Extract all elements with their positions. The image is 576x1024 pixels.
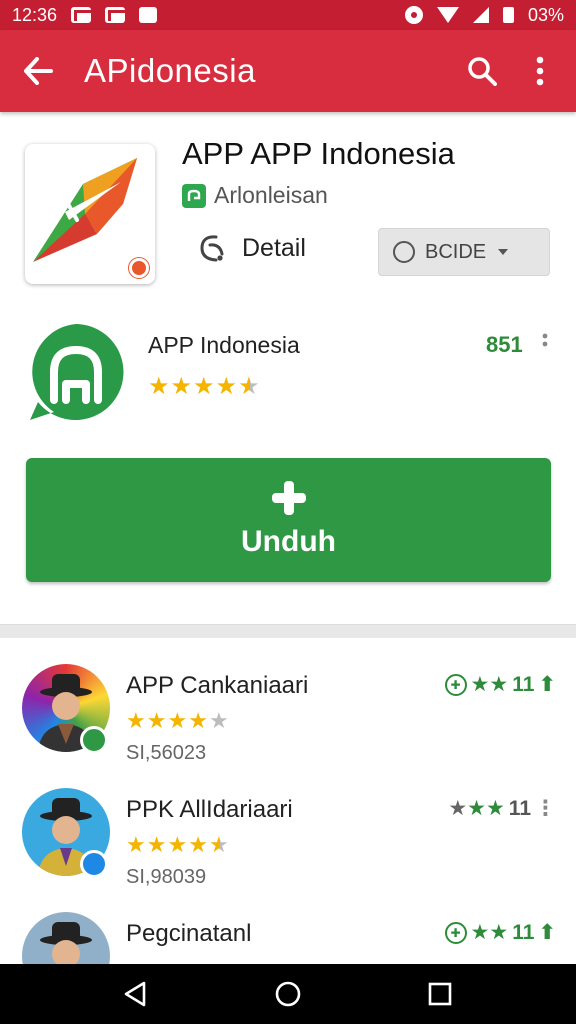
up-arrow-icon: ⬆ [538,673,556,696]
app-actions [464,51,558,91]
star-icon: ★ [170,373,193,400]
star-icon: ★ [188,708,208,733]
featured-app-icon [24,320,128,424]
empty-star-icon: ★ [208,708,229,733]
developer-row[interactable]: Arlonleisan [182,182,328,209]
battery-icon [502,7,514,23]
list-item-name: APP Cankaniaari [126,672,309,699]
list-item-name: Pegcinatanl [126,920,252,947]
app-header: APP APP Indonesia Arlonleisan Detail BCI… [0,112,576,292]
list-item-rating: ✚ ★★ 11 ⬆ [444,672,556,697]
search-icon[interactable] [464,51,500,91]
half-star-icon: ★ [238,373,260,400]
list-item-size: SI,56023 [126,742,207,764]
detail-link[interactable]: Detail [196,232,306,264]
app-bar: APidonesia [0,30,576,112]
app-logo [25,144,155,284]
rating-badge-icon: ✚ [444,921,467,944]
featured-count-value: 851 [486,332,523,357]
list-item-stars: ★ ★ ★ ★ ★ [126,832,229,858]
download-label: Unduh [241,525,336,558]
radio-circle-icon [393,241,415,263]
developer-name: Arlonleisan [214,182,328,208]
featured-star-rating: ★ ★ ★ ★ ★ [148,372,260,401]
list-item-stars: ★ ★ ★ ★ ★ [126,708,229,734]
list-item-rating-value: 11 [512,920,535,944]
back-arrow-icon[interactable] [18,51,58,91]
star-icon: ★ [167,832,188,857]
status-left: 12:36 [12,4,158,26]
detail-label: Detail [242,233,306,262]
star-icon: ★ [126,832,146,857]
gmail-notification-icon [71,7,92,23]
plus-icon [271,481,306,515]
more-vert-icon[interactable] [540,332,550,356]
star-icon: ★ [188,832,208,857]
star-icon: ★ [146,708,167,733]
status-time: 12:36 [12,4,58,25]
settings-status-icon [404,6,423,24]
up-arrow-icon: ⬆ [538,921,556,944]
developer-icon [182,183,206,208]
star-icon: ★ [215,373,238,400]
status-right: 03% [404,4,564,26]
star-icon: ★ [193,373,215,400]
featured-app-row[interactable]: APP Indonesia ★ ★ ★ ★ ★ 851 [0,310,576,440]
small-stars-icon: ★★ [470,921,509,944]
featured-app-name: APP Indonesia [148,332,300,358]
detail-icon [200,235,224,262]
star-icon: ★ [126,708,146,733]
wifi-icon [436,7,459,23]
star-icon: ★ [146,832,167,857]
notification-icon [139,7,158,23]
more-vert-icon[interactable]: ⋮ [535,796,556,821]
list-item[interactable]: PPK AllIdariaari ★ ★ ★ ★ ★ SI,98039 ★★★ … [0,788,576,908]
square-recents-icon[interactable] [415,969,465,1019]
send-badge-icon [80,850,108,878]
version-dropdown[interactable]: BCIDE [378,228,550,276]
list-item-rating: ✚ ★★ 11 ⬆ [444,920,556,945]
store-badge-icon [80,726,108,754]
half-star-icon: ★ [208,832,229,857]
list-item-rating: ★★★ 11 ⋮ [448,796,556,821]
app-title: APidonesia [84,52,256,89]
app-name: APP APP Indonesia [182,136,455,171]
battery-level: 03% [527,4,564,25]
section-divider [0,624,576,638]
small-stars-icon: ★★ [470,673,509,696]
system-nav-bar [0,964,576,1024]
chevron-down-icon [498,249,509,255]
rating-badge-icon: ✚ [444,673,467,696]
list-item[interactable]: APP Cankaniaari ★ ★ ★ ★ ★ SI,56023 ✚ ★★ … [0,664,576,784]
mail-notification-icon [105,7,126,23]
small-stars-icon: ★★★ [448,797,505,820]
list-item-rating-value: 11 [512,672,535,696]
signal-icon [472,7,489,23]
featured-count: 851 [486,332,523,358]
star-icon: ★ [148,373,170,400]
star-icon: ★ [167,708,188,733]
logo-badge-icon [129,258,149,278]
download-button[interactable]: Unduh [26,458,551,582]
list-item-size: SI,98039 [126,866,207,888]
status-bar: 12:36 03% [0,0,576,30]
more-vert-icon[interactable] [522,51,558,91]
dropdown-label: BCIDE [425,240,487,263]
list-item-name: PPK AllIdariaari [126,796,293,823]
circle-home-icon[interactable] [263,969,313,1019]
list-item-rating-value: 11 [508,796,531,820]
triangle-back-icon[interactable] [111,969,161,1019]
